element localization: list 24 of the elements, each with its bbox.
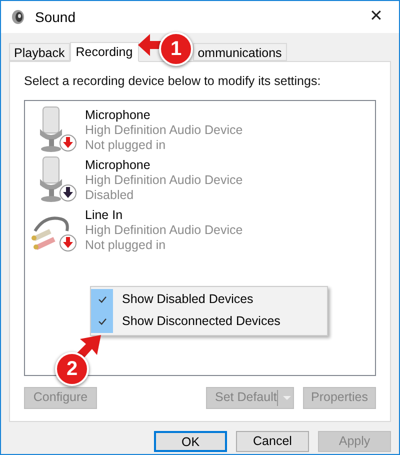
speaker-icon: [11, 9, 25, 25]
device-status: Disabled: [85, 188, 135, 203]
menu-item[interactable]: Show Disconnected Devices: [91, 310, 327, 333]
annotation-arrow: [77, 335, 101, 359]
tab[interactable]: ommunications: [192, 43, 287, 61]
device-status: Not plugged in: [85, 138, 167, 153]
device-status: Not plugged in: [85, 238, 167, 253]
device-name: Line In: [85, 208, 124, 223]
device-driver: High Definition Audio Device: [85, 172, 243, 188]
menu-item[interactable]: Show Disabled Devices: [91, 288, 327, 311]
tab[interactable]: Playback: [9, 43, 70, 61]
caret-icon: [283, 396, 291, 400]
device-name: Microphone: [85, 108, 152, 123]
tab[interactable]: Recording: [70, 42, 139, 62]
close-button[interactable]: ✕: [353, 1, 399, 33]
instruction-text: Select a recording device below to modify its settings:: [24, 73, 322, 90]
device-driver: High Definition Audio Device: [85, 122, 243, 138]
device-driver: High Definition Audio Device: [85, 222, 243, 238]
step-badge: 1: [159, 32, 193, 66]
button[interactable]: Cancel: [236, 431, 309, 452]
device-name: Microphone: [85, 158, 152, 173]
window-title: Sound: [35, 8, 76, 26]
annotation-arrow: [138, 34, 162, 56]
button[interactable]: OK: [154, 431, 227, 452]
